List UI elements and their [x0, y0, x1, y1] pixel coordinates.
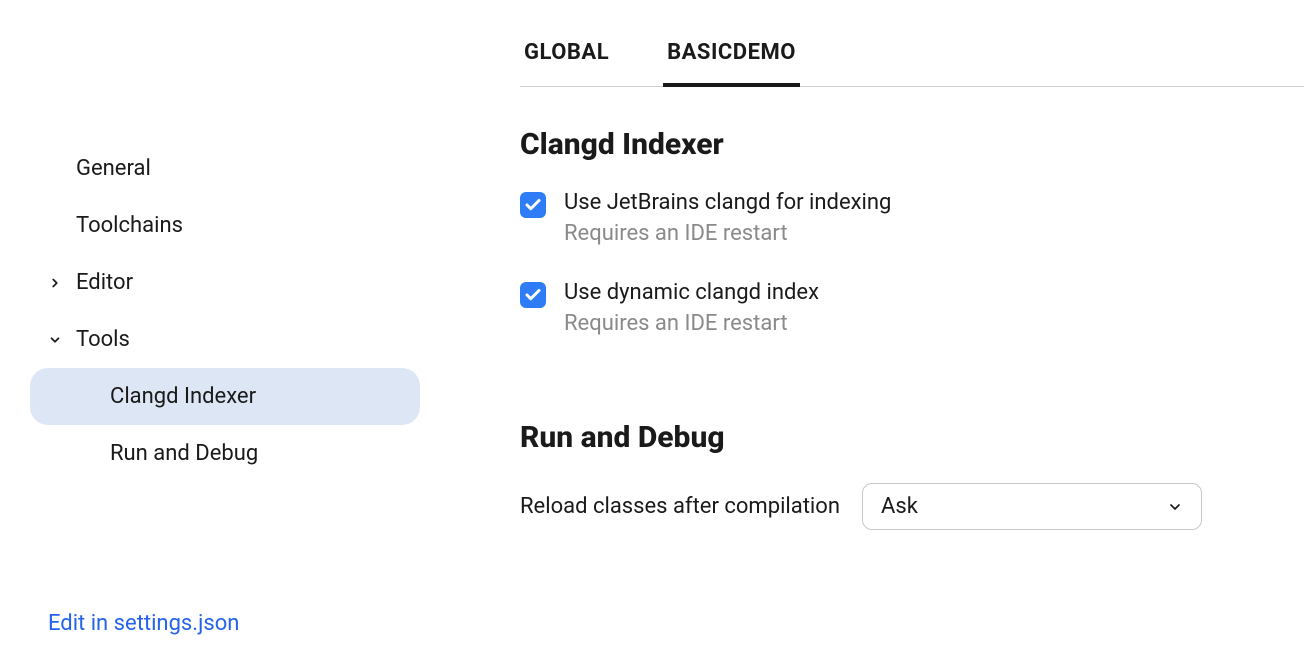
- tabs: GLOBAL BASICDEMO: [520, 0, 1304, 87]
- checkbox-sublabel: Requires an IDE restart: [564, 221, 891, 246]
- sidebar-item-run-and-debug[interactable]: Run and Debug: [30, 425, 420, 482]
- checkbox-sublabel: Requires an IDE restart: [564, 311, 819, 336]
- select-value: Ask: [881, 494, 918, 519]
- field-row-reload-classes: Reload classes after compilation Ask: [520, 483, 1274, 530]
- sidebar-item-toolchains[interactable]: Toolchains: [30, 197, 420, 254]
- check-icon: [524, 196, 542, 214]
- section-title-run-and-debug: Run and Debug: [520, 420, 1274, 455]
- sidebar-item-label: Clangd Indexer: [48, 384, 402, 409]
- checkbox-label: Use dynamic clangd index: [564, 280, 819, 305]
- chevron-right-icon: [48, 276, 76, 290]
- field-label: Reload classes after compilation: [520, 494, 840, 519]
- content: Clangd Indexer Use JetBrains clangd for …: [520, 87, 1304, 530]
- edit-settings-json-link[interactable]: Edit in settings.json: [48, 611, 239, 636]
- sidebar-item-label: Tools: [76, 327, 402, 352]
- checkbox-label: Use JetBrains clangd for indexing: [564, 190, 891, 215]
- checkbox-dynamic-clangd[interactable]: [520, 282, 546, 308]
- select-reload-classes[interactable]: Ask: [862, 483, 1202, 530]
- sidebar-items: General Toolchains Editor Tools Clangd I…: [30, 140, 420, 611]
- checkbox-row-jetbrains-clangd: Use JetBrains clangd for indexing Requir…: [520, 190, 1274, 246]
- chevron-down-icon: [1167, 499, 1183, 515]
- checkbox-labels: Use dynamic clangd index Requires an IDE…: [564, 280, 819, 336]
- sidebar-item-editor[interactable]: Editor: [30, 254, 420, 311]
- sidebar-item-label: Toolchains: [48, 213, 402, 238]
- chevron-down-icon: [48, 333, 76, 347]
- sidebar: General Toolchains Editor Tools Clangd I…: [0, 0, 450, 666]
- sidebar-item-label: Run and Debug: [48, 441, 402, 466]
- checkbox-labels: Use JetBrains clangd for indexing Requir…: [564, 190, 891, 246]
- checkbox-jetbrains-clangd[interactable]: [520, 192, 546, 218]
- sidebar-item-general[interactable]: General: [30, 140, 420, 197]
- sidebar-item-tools[interactable]: Tools: [30, 311, 420, 368]
- sidebar-item-label: General: [48, 156, 402, 181]
- sidebar-item-clangd-indexer[interactable]: Clangd Indexer: [30, 368, 420, 425]
- tab-global[interactable]: GLOBAL: [520, 28, 613, 87]
- tab-basicdemo[interactable]: BASICDEMO: [663, 28, 800, 87]
- checkbox-row-dynamic-clangd: Use dynamic clangd index Requires an IDE…: [520, 280, 1274, 336]
- sidebar-footer: Edit in settings.json: [30, 611, 420, 666]
- sidebar-item-label: Editor: [76, 270, 402, 295]
- check-icon: [524, 286, 542, 304]
- main-panel: GLOBAL BASICDEMO Clangd Indexer Use JetB…: [450, 0, 1304, 666]
- section-title-clangd-indexer: Clangd Indexer: [520, 127, 1274, 162]
